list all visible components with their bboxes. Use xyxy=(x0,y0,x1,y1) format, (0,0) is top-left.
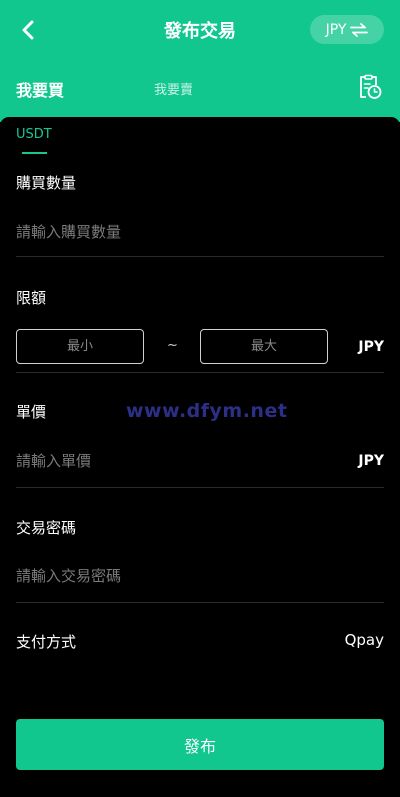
divider xyxy=(16,487,384,488)
top-bar: 發布交易 JPY 我要買 我要賣 xyxy=(0,0,400,122)
tab-sell[interactable]: 我要賣 xyxy=(154,79,193,98)
payment-method-value[interactable]: Qpay xyxy=(345,631,384,649)
coin-tab-usdt[interactable]: USDT xyxy=(16,127,52,142)
password-input[interactable] xyxy=(16,564,326,588)
swap-arrows-icon xyxy=(350,22,369,37)
quantity-label: 購買數量 xyxy=(16,174,77,192)
price-input[interactable] xyxy=(16,449,326,473)
limit-min-input[interactable] xyxy=(16,329,144,364)
order-history-icon xyxy=(360,74,382,99)
divider xyxy=(16,372,384,373)
price-unit: JPY xyxy=(358,453,384,469)
limit-unit: JPY xyxy=(358,339,384,355)
trade-form-panel: USDT 購買數量 限額 ~ JPY 單價 JPY 交易密碼 支付方式 Qpay… xyxy=(0,117,400,797)
coin-tab-indicator xyxy=(22,152,47,154)
order-history-button[interactable] xyxy=(358,74,382,100)
quantity-input[interactable] xyxy=(16,220,326,244)
currency-switch-button[interactable]: JPY xyxy=(310,15,384,44)
divider xyxy=(16,256,384,257)
watermark: www.dfym.net xyxy=(126,400,288,422)
payment-method-label: 支付方式 xyxy=(16,633,77,651)
limit-max-input[interactable] xyxy=(200,329,328,364)
currency-label: JPY xyxy=(325,21,347,38)
divider xyxy=(16,602,384,603)
tab-buy[interactable]: 我要買 xyxy=(16,77,64,101)
header: 發布交易 JPY xyxy=(0,0,400,60)
publish-button[interactable]: 發布 xyxy=(16,719,384,770)
limit-separator: ~ xyxy=(167,338,178,353)
price-label: 單價 xyxy=(16,403,47,421)
limit-label: 限額 xyxy=(16,289,47,307)
password-label: 交易密碼 xyxy=(16,519,77,537)
